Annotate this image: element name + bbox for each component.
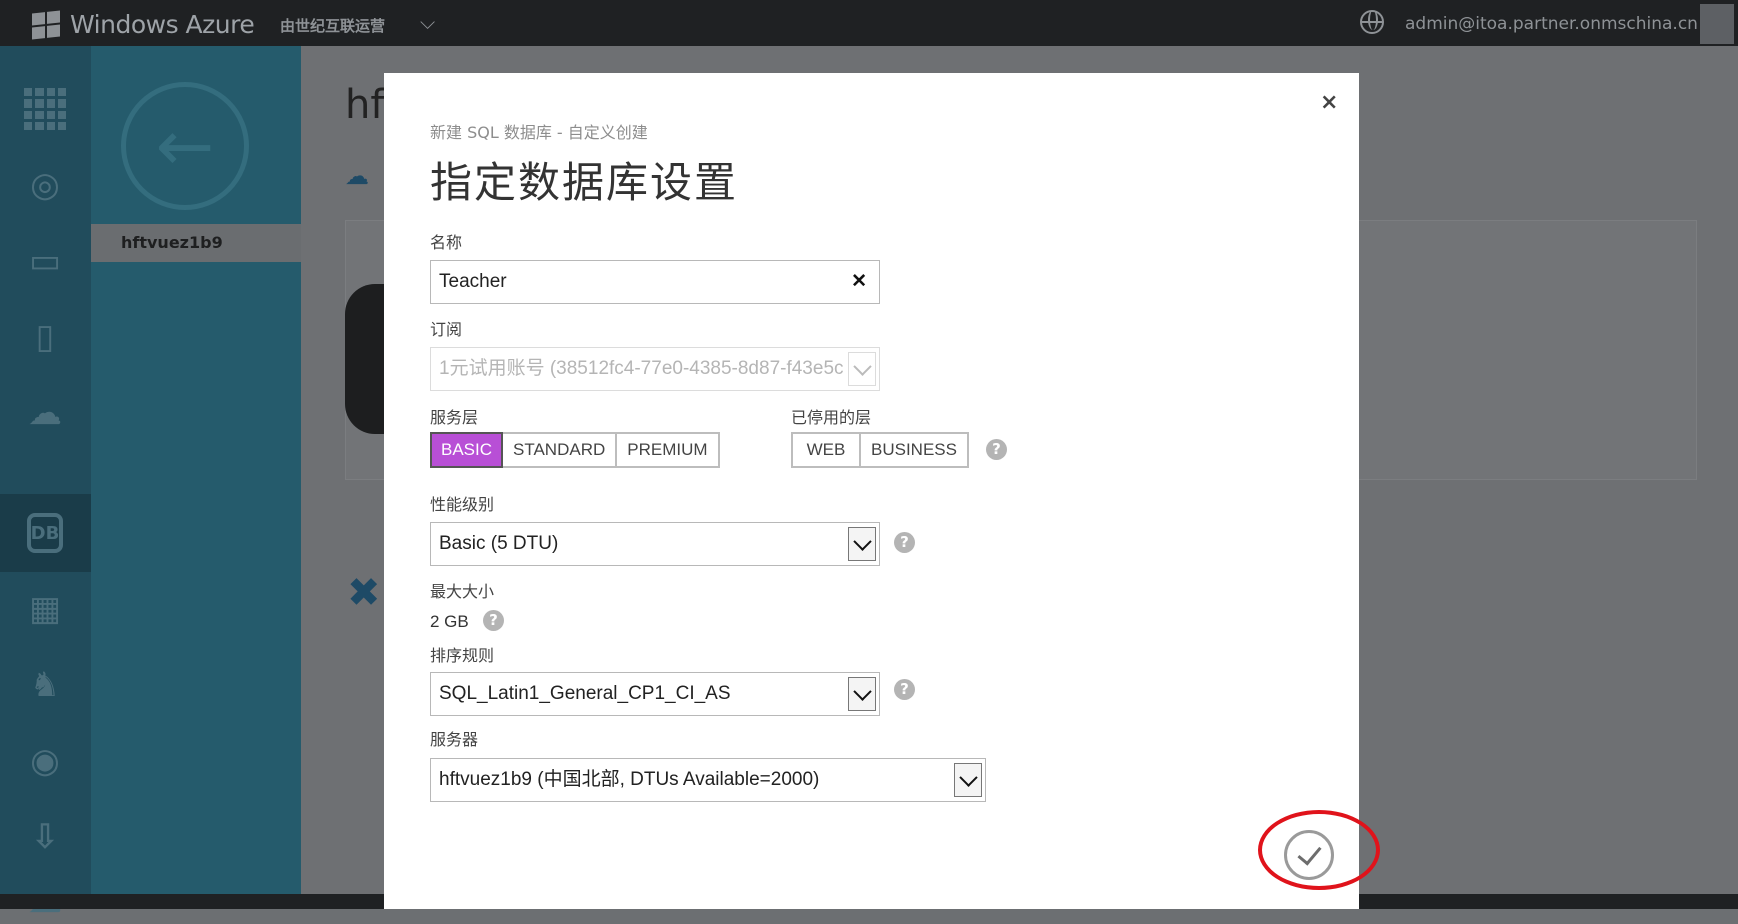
operator-label: 由世纪互联运营	[280, 17, 386, 35]
clear-icon[interactable]: ✕	[851, 261, 867, 303]
performance-label: 性能级别	[430, 495, 495, 514]
hdinsight-icon[interactable]: ♞	[20, 662, 70, 708]
tier-web-button[interactable]: WEB	[793, 434, 861, 466]
collation-select[interactable]: SQL_Latin1_General_CP1_CI_AS	[430, 672, 880, 716]
tier-basic-button[interactable]: BASIC	[430, 432, 503, 468]
server-value: hftvuez1b9 (中国北部, DTUs Available=2000)	[439, 769, 820, 790]
service-tier-selector: BASIC STANDARD PREMIUM	[430, 432, 720, 468]
server-label: 服务器	[430, 730, 479, 749]
server-select[interactable]: hftvuez1b9 (中国北部, DTUs Available=2000)	[430, 758, 986, 802]
new-sql-database-dialog: × 新建 SQL 数据库 - 自定义创建 指定数据库设置 名称 Teacher …	[384, 73, 1380, 909]
user-email[interactable]: admin@itoa.partner.onmschina.cn	[1405, 14, 1698, 34]
avatar[interactable]	[1700, 4, 1734, 44]
chevron-down-icon	[848, 677, 876, 711]
sql-databases-icon[interactable]: DB	[20, 510, 70, 556]
import-export-icon[interactable]: ⇩	[20, 814, 70, 860]
breadcrumb: 新建 SQL 数据库 - 自定义创建	[430, 123, 648, 142]
left-nav: ◎ ▭ ▯ ☁ DB ▦ ♞ ◉ ⇩ ☁	[0, 46, 91, 921]
collation-value: SQL_Latin1_General_CP1_CI_AS	[439, 683, 731, 704]
globe-icon[interactable]	[1360, 10, 1384, 34]
service-tier-label: 服务层	[430, 408, 479, 427]
left-panel: ← hftvuez1b9	[91, 46, 301, 894]
chevron-down-icon	[848, 352, 876, 386]
windows-logo-icon	[32, 10, 60, 39]
media-services-icon[interactable]: ◉	[20, 738, 70, 784]
websites-icon[interactable]: ◎	[20, 162, 70, 208]
name-input[interactable]: Teacher ✕	[430, 260, 880, 304]
virtual-machines-icon[interactable]: ▭	[20, 238, 70, 284]
chevron-down-icon	[954, 763, 982, 797]
chevron-down-icon[interactable]: ⌵	[420, 10, 435, 34]
subscription-value: 1元试用账号 (38512fc4-77e0-4385-8d87-f43e5c	[439, 358, 844, 379]
quick-start-icon[interactable]: ☁	[345, 162, 369, 190]
back-arrow-icon[interactable]: ←	[121, 82, 249, 210]
checkmark-icon	[1296, 839, 1322, 866]
tier-premium-button[interactable]: PREMIUM	[617, 434, 718, 466]
retired-tier-selector: WEB BUSINESS	[791, 432, 969, 468]
tools-icon[interactable]: ✖	[347, 570, 381, 616]
confirm-button[interactable]	[1284, 830, 1334, 880]
mobile-services-icon[interactable]: ▯	[20, 314, 70, 360]
subscription-label: 订阅	[430, 320, 463, 339]
help-icon[interactable]: ?	[483, 610, 504, 631]
performance-value: Basic (5 DTU)	[439, 533, 559, 554]
max-size-label: 最大大小	[430, 582, 495, 601]
name-label: 名称	[430, 233, 463, 252]
help-icon[interactable]: ?	[894, 532, 915, 553]
help-icon[interactable]: ?	[986, 439, 1007, 460]
retired-tier-label: 已停用的层	[791, 408, 872, 427]
tier-business-button[interactable]: BUSINESS	[861, 434, 967, 466]
panel-item-server[interactable]: hftvuez1b9	[91, 224, 301, 262]
subscription-select[interactable]: 1元试用账号 (38512fc4-77e0-4385-8d87-f43e5c	[430, 347, 880, 391]
storage-icon[interactable]: ▦	[20, 586, 70, 632]
cloud-services-icon[interactable]: ☁	[20, 390, 70, 436]
tier-standard-button[interactable]: STANDARD	[503, 434, 618, 466]
database-graphic	[345, 284, 385, 434]
all-items-icon[interactable]	[20, 86, 70, 132]
collation-label: 排序规则	[430, 646, 495, 665]
max-size-value: 2 GB	[430, 612, 469, 631]
chevron-down-icon	[848, 527, 876, 561]
azure-logo[interactable]: Windows Azure	[32, 10, 255, 39]
top-bar: Windows Azure 由世纪互联运营 ⌵ admin@itoa.partn…	[0, 0, 1738, 46]
close-icon[interactable]: ×	[1320, 90, 1338, 115]
dialog-title: 指定数据库设置	[430, 158, 739, 207]
page-title: hf	[345, 82, 385, 128]
brand-name: Windows Azure	[70, 10, 255, 39]
help-icon[interactable]: ?	[894, 679, 915, 700]
name-value: Teacher	[439, 271, 507, 292]
performance-select[interactable]: Basic (5 DTU)	[430, 522, 880, 566]
